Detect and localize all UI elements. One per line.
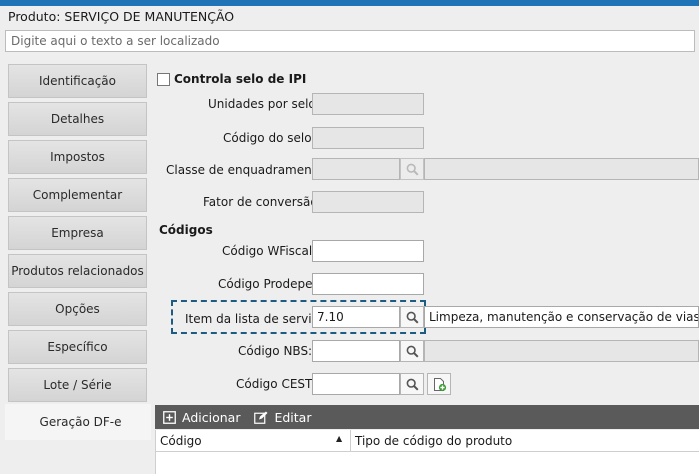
tab-label: Geração DF-e [39, 415, 122, 429]
item-lista-servico-desc-text: Limpeza, manutenção e conservação de via… [429, 310, 699, 324]
codigo-prodepe-input[interactable] [312, 273, 424, 295]
content-panel: Controla selo de IPI Unidades por selo: … [151, 60, 699, 474]
column-header-tipo-codigo[interactable]: Tipo de código do produto [355, 434, 512, 448]
tab-lote-serie[interactable]: Lote / Série [8, 368, 147, 402]
codigo-wfiscal-label: Código WFiscal: [222, 244, 317, 258]
codigos-section-title: Códigos [159, 223, 213, 237]
codigo-nbs-label: Código NBS: [238, 344, 313, 358]
grid-toolbar: Adicionar Editar [155, 405, 699, 429]
sidebar-tabs: Identificação Detalhes Impostos Compleme… [5, 60, 156, 474]
classe-enquadramento-description [424, 158, 699, 180]
add-button[interactable]: Adicionar [163, 410, 240, 425]
search-icon [406, 378, 419, 391]
tab-label: Identificação [39, 74, 116, 88]
column-divider[interactable] [350, 430, 351, 452]
codigo-prodepe-label: Código Prodepe: [218, 277, 317, 291]
edit-button[interactable]: Editar [254, 410, 311, 425]
codigo-wfiscal-input[interactable] [312, 240, 424, 262]
item-lista-servico-value: 7.10 [317, 310, 344, 324]
classe-enquadramento-field[interactable] [312, 158, 400, 180]
search-icon [406, 163, 419, 176]
tab-label: Lote / Série [43, 378, 112, 392]
tab-identificacao[interactable]: Identificação [8, 64, 147, 98]
column-header-codigo[interactable]: Código [160, 434, 202, 448]
codigo-cest-new-button[interactable] [427, 373, 451, 395]
tab-empresa[interactable]: Empresa [8, 216, 147, 250]
tab-label: Complementar [32, 188, 123, 202]
tab-produtos-relacionados[interactable]: Produtos relacionados [8, 254, 147, 288]
controla-selo-ipi-label: Controla selo de IPI [174, 72, 307, 86]
codigo-selo-field[interactable] [312, 127, 424, 149]
item-lista-servico-input[interactable]: 7.10 [312, 306, 400, 328]
search-input[interactable] [6, 31, 694, 51]
tab-label: Empresa [51, 226, 104, 240]
codigo-cest-input[interactable] [312, 373, 400, 395]
grid-body[interactable] [155, 452, 699, 474]
codigo-selo-label: Código do selo: [223, 131, 316, 145]
unidades-por-selo-label: Unidades por selo: [208, 97, 320, 111]
codigo-cest-lookup-button[interactable] [400, 373, 424, 395]
item-lista-servico-description: Limpeza, manutenção e conservação de via… [424, 306, 699, 328]
sort-ascending-icon: ▲ [336, 434, 343, 443]
add-document-icon [433, 377, 446, 391]
grid-header: Código ▲ Tipo de código do produto [155, 430, 699, 452]
classe-enquadramento-lookup-button[interactable] [400, 158, 424, 180]
tab-label: Específico [47, 340, 108, 354]
tab-label: Produtos relacionados [11, 264, 144, 278]
tab-impostos[interactable]: Impostos [8, 140, 147, 174]
pencil-icon [254, 411, 268, 424]
search-icon [406, 345, 419, 358]
edit-button-label: Editar [274, 409, 312, 425]
unidades-por-selo-field[interactable] [312, 93, 424, 115]
tab-detalhes[interactable]: Detalhes [8, 102, 147, 136]
fator-conversao-field[interactable] [312, 191, 424, 213]
tab-geracao-dfe[interactable]: Geração DF-e [5, 404, 156, 440]
controla-selo-ipi-checkbox[interactable] [157, 73, 170, 86]
fator-conversao-label: Fator de conversão: [203, 195, 322, 209]
search-box[interactable] [5, 30, 695, 52]
tab-complementar[interactable]: Complementar [8, 178, 147, 212]
tab-opcoes[interactable]: Opções [8, 292, 147, 326]
tab-especifico[interactable]: Específico [8, 330, 147, 364]
plus-square-icon [163, 410, 176, 424]
codigo-nbs-lookup-button[interactable] [400, 340, 424, 362]
classe-enquadramento-label: Classe de enquadramento: [166, 163, 328, 177]
item-lista-servico-label: Item da lista de serviço: [185, 312, 330, 326]
item-lista-servico-lookup-button[interactable] [400, 306, 424, 328]
tab-label: Opções [55, 302, 100, 316]
codigo-cest-label: Código CEST: [236, 377, 316, 391]
codigo-nbs-description [424, 340, 699, 362]
title-accent-bar [0, 0, 699, 6]
tab-label: Impostos [50, 150, 105, 164]
tab-label: Detalhes [50, 112, 105, 126]
search-icon [406, 311, 419, 324]
codigo-nbs-input[interactable] [312, 340, 400, 362]
add-button-label: Adicionar [182, 409, 241, 425]
window-title: Produto: SERVIÇO DE MANUTENÇÃO [8, 9, 235, 24]
